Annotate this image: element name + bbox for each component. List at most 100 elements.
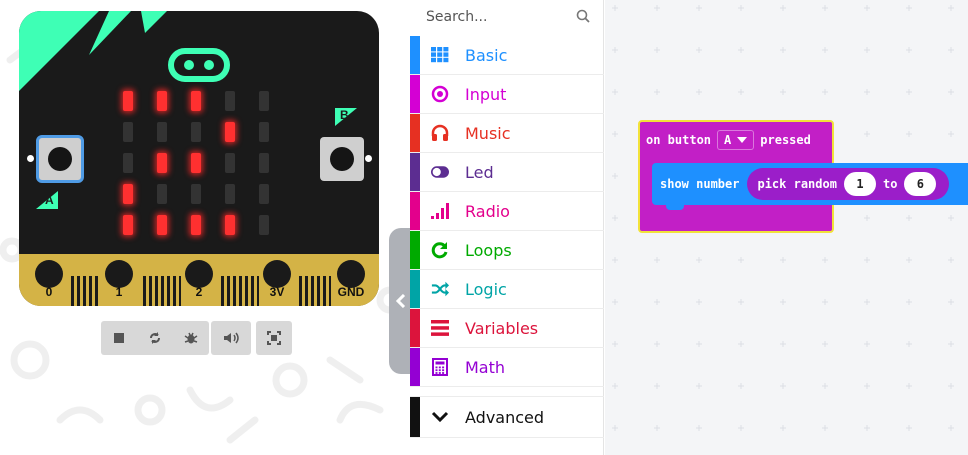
edge-strip <box>173 276 176 306</box>
category-basic[interactable]: Basic <box>410 36 604 75</box>
restart-button[interactable] <box>137 321 173 355</box>
category-advanced-color-bar <box>410 397 420 437</box>
stop-icon <box>114 333 124 343</box>
edge-strip <box>89 276 92 306</box>
pin-label: GND <box>337 285 365 299</box>
edge-strip <box>239 276 242 306</box>
category-led[interactable]: Led <box>410 153 604 192</box>
category-label: Input <box>465 84 507 104</box>
dropdown-arrow-icon <box>737 136 748 143</box>
led <box>191 122 201 142</box>
category-advanced[interactable]: Advanced <box>410 396 604 438</box>
category-input[interactable]: Input <box>410 75 604 114</box>
edge-strip <box>71 276 74 306</box>
edge-strip <box>155 276 158 306</box>
button-a-label: A <box>36 191 58 209</box>
edge-strip <box>221 276 224 306</box>
category-advanced-label: Advanced <box>465 407 545 427</box>
category-color-bar <box>410 192 420 230</box>
pin-hole <box>263 260 291 288</box>
category-color-bar <box>410 114 420 152</box>
pick-random-block[interactable]: pick random 1 to 6 <box>747 168 950 200</box>
category-music[interactable]: Music <box>410 114 604 153</box>
stop-button[interactable] <box>101 321 137 355</box>
restart-icon <box>150 332 160 344</box>
random-to-input[interactable]: 6 <box>904 172 937 196</box>
fullscreen-button[interactable] <box>256 321 292 355</box>
show-number-label: show number <box>660 177 740 191</box>
edge-connector: 0 1 2 3V GND <box>19 254 379 306</box>
random-from-input[interactable]: 1 <box>843 172 876 196</box>
category-label: Logic <box>465 279 507 299</box>
mute-button[interactable] <box>211 321 251 355</box>
pin-gnd[interactable]: GND <box>331 254 371 306</box>
category-label: Math <box>465 357 506 377</box>
led <box>225 122 235 142</box>
search-box[interactable]: Search... <box>410 0 604 34</box>
refresh-icon <box>431 241 449 259</box>
headphones-icon <box>431 124 449 142</box>
chevron-left-icon <box>396 294 406 308</box>
event-prefix-text: on button <box>646 133 712 147</box>
edge-strip <box>227 276 230 306</box>
signal-bars-icon <box>431 202 449 220</box>
button-b[interactable] <box>320 137 364 181</box>
event-suffix-text: pressed <box>760 133 811 147</box>
category-color-bar <box>410 75 420 113</box>
pin-hole <box>105 260 133 288</box>
led <box>157 122 167 142</box>
category-logic[interactable]: Logic <box>410 270 604 309</box>
led <box>191 91 201 111</box>
button-dropdown[interactable]: A <box>717 130 755 150</box>
edge-strip <box>299 276 302 306</box>
category-radio[interactable]: Radio <box>410 192 604 231</box>
led <box>191 215 201 235</box>
led <box>225 184 235 204</box>
led <box>157 153 167 173</box>
led <box>157 184 167 204</box>
edge-strip <box>323 276 326 306</box>
led <box>157 91 167 111</box>
category-math[interactable]: Math <box>410 348 604 387</box>
led <box>191 184 201 204</box>
pin-label: 0 <box>45 285 53 299</box>
led <box>259 122 269 142</box>
edge-strip <box>311 276 314 306</box>
pin-3v[interactable]: 3V <box>259 254 295 306</box>
button-b-dot <box>365 155 372 162</box>
block-notch <box>666 205 684 210</box>
pick-random-label: pick random <box>757 177 837 191</box>
debug-button[interactable] <box>173 321 209 355</box>
show-number-block[interactable]: show number pick random 1 to 6 <box>652 163 968 210</box>
button-a[interactable] <box>36 135 84 183</box>
mute-icon <box>224 332 239 344</box>
pin-label: 3V <box>269 285 285 299</box>
pin-1[interactable]: 1 <box>101 254 137 306</box>
led <box>259 184 269 204</box>
pin-label: 1 <box>115 285 123 299</box>
category-color-bar <box>410 309 420 347</box>
category-label: Loops <box>465 240 512 260</box>
pin-0[interactable]: 0 <box>31 254 67 306</box>
pin-2[interactable]: 2 <box>181 254 217 306</box>
search-input[interactable]: Search... <box>426 9 487 25</box>
led <box>225 215 235 235</box>
category-color-bar <box>410 231 420 269</box>
edge-strip <box>143 276 146 306</box>
search-icon[interactable] <box>576 9 590 23</box>
button-dropdown-value: A <box>724 133 732 147</box>
led <box>123 184 133 204</box>
toggle-icon <box>431 163 449 181</box>
edge-strip <box>233 276 236 306</box>
led <box>123 153 133 173</box>
category-variables[interactable]: Variables <box>410 309 604 348</box>
edge-strip <box>95 276 98 306</box>
led <box>259 215 269 235</box>
category-loops[interactable]: Loops <box>410 231 604 270</box>
led <box>191 153 201 173</box>
pin-hole <box>185 260 213 288</box>
target-icon <box>431 85 449 103</box>
led <box>259 91 269 111</box>
led <box>157 215 167 235</box>
pin-hole <box>337 260 365 288</box>
